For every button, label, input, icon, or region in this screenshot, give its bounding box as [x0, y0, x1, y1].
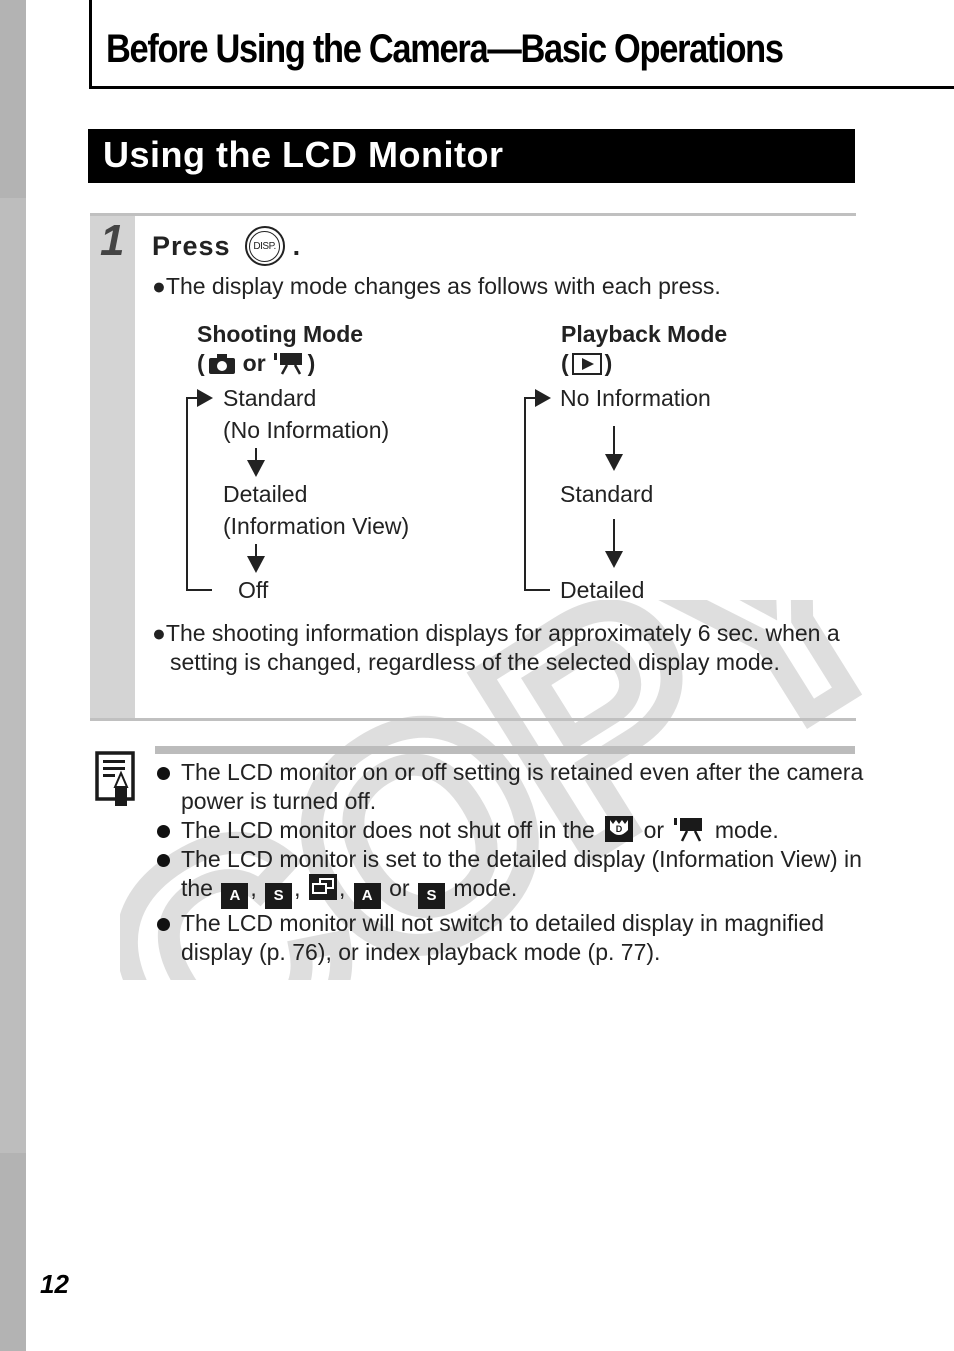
- arrow-down-icon: [247, 460, 265, 477]
- playback-mode-title: Playback Mode: [561, 321, 728, 347]
- shooting-flow-standard: Standard: [223, 385, 317, 411]
- shooting-loop-line: [186, 397, 188, 591]
- section-title: Using the LCD Monitor: [103, 134, 504, 175]
- side-tab-bottom: [0, 1153, 26, 1351]
- shooting-mode-title: Shooting Mode: [197, 321, 364, 347]
- press-label: Press: [152, 230, 231, 261]
- camera-icon: [208, 353, 235, 374]
- shooting-flow-detailed: Detailed: [223, 481, 308, 507]
- movie-icon: [273, 352, 302, 375]
- playback-loop-line: [524, 397, 526, 591]
- memo-pencil-icon: [95, 751, 135, 806]
- shooting-info-text: The shooting information displays for ap…: [165, 620, 840, 675]
- section-header: Using the LCD Monitor: [88, 129, 855, 183]
- movie-stitch-s-icon: S: [417, 883, 445, 909]
- disp-button-icon: DISP.: [244, 226, 285, 266]
- playback-loop-bottom: [524, 589, 550, 591]
- shooting-flow-detailed-note: (Information View): [223, 513, 410, 539]
- note-item: The LCD monitor is set to the detailed d…: [155, 845, 875, 909]
- bullet-dot-icon: [157, 854, 170, 867]
- note-item: The LCD monitor will not switch to detai…: [155, 909, 875, 967]
- step-1-box: 1 Press DISP. . ●The display mode change…: [90, 213, 856, 721]
- bullet-dot-icon: [157, 825, 170, 838]
- playback-flow-no-info: No Information: [560, 385, 711, 411]
- step-number: 1: [100, 216, 125, 265]
- disp-button-label: DISP.: [249, 230, 281, 262]
- shooting-info-bullet: ●The shooting information displays for a…: [152, 619, 870, 677]
- side-tab-middle: [0, 198, 26, 1153]
- chapter-title: Before Using the Camera—Basic Operations: [106, 27, 784, 71]
- sequence-icon: [308, 874, 337, 900]
- arrow-down-icon: [605, 454, 623, 471]
- playback-flow-detailed: Detailed: [560, 577, 645, 603]
- svg-text:D: D: [616, 824, 623, 834]
- arrow-stem: [613, 426, 615, 456]
- stitch-assist-a-icon: A: [221, 883, 249, 909]
- shooting-loop-bottom: [186, 589, 212, 591]
- arrow-right-icon: [197, 389, 213, 407]
- bullet-dot-icon: ●: [152, 620, 166, 646]
- press-instruction: Press DISP. .: [152, 226, 301, 266]
- shooting-flow-standard-note: (No Information): [223, 417, 390, 443]
- playback-mode-icons: ( ): [561, 350, 613, 376]
- bullet-dot-icon: ●: [152, 273, 166, 299]
- intro-bullet-text: The display mode changes as follows with…: [165, 273, 721, 299]
- shooting-mode-heading: Shooting Mode ( or ): [197, 320, 363, 378]
- note-item: The LCD monitor does not shut off in the…: [155, 816, 875, 845]
- arrow-down-icon: [605, 551, 623, 568]
- note-divider: [155, 746, 855, 754]
- playback-icon: [571, 352, 602, 375]
- shooting-mode-icons: ( or ): [197, 350, 316, 376]
- playback-mode-heading: Playback Mode ( ): [561, 320, 727, 378]
- movie-stitch-a-icon: A: [353, 883, 381, 909]
- note-item: The LCD monitor on or off setting is ret…: [155, 758, 875, 816]
- side-tab-top: [0, 0, 26, 198]
- page-number: 12: [40, 1269, 69, 1299]
- intro-bullet: ●The display mode changes as follows wit…: [152, 272, 721, 301]
- arrow-down-icon: [247, 556, 265, 573]
- bullet-dot-icon: [157, 918, 170, 931]
- movie-icon: [674, 818, 703, 842]
- playback-flow-standard: Standard: [560, 481, 654, 507]
- digital-macro-icon: D: [605, 816, 634, 842]
- arrow-right-icon: [535, 389, 551, 407]
- stitch-assist-s-icon: S: [265, 883, 293, 909]
- press-suffix: .: [292, 230, 302, 261]
- shooting-flow-off: Off: [238, 577, 269, 603]
- arrow-stem: [613, 519, 615, 553]
- step-gutter: 1: [90, 216, 135, 718]
- bullet-dot-icon: [157, 767, 170, 780]
- notes-list: The LCD monitor on or off setting is ret…: [155, 758, 875, 967]
